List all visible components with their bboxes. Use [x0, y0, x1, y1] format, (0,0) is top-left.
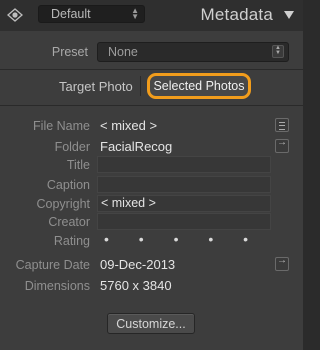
eye-icon[interactable]: [7, 7, 23, 23]
capture-date-label: Capture Date: [15, 258, 90, 272]
folder-label: Folder: [54, 140, 90, 154]
copyright-label: Copyright: [36, 197, 91, 211]
preset-select[interactable]: None ▲ ▼: [97, 42, 289, 62]
panel-title: Metadata: [200, 5, 273, 24]
panel-header: Default ▲ ▼ Metadata: [0, 0, 303, 31]
toggle-separator: [140, 76, 141, 96]
selected-photos-toggle[interactable]: Selected Photos: [147, 73, 251, 99]
go-to-date-icon[interactable]: →: [275, 255, 289, 271]
title-label: Title: [66, 158, 90, 172]
metadata-preset-dropdown[interactable]: Default ▲ ▼: [38, 5, 145, 23]
copyright-field-value: < mixed >: [101, 196, 156, 210]
updown-arrows-icon: ▲ ▼: [131, 6, 139, 21]
customize-button[interactable]: Customize...: [107, 313, 195, 334]
capture-date-value: 09-Dec-2013: [100, 257, 176, 272]
creator-label: Creator: [48, 215, 90, 229]
caption-field[interactable]: [97, 176, 271, 193]
go-to-folder-icon[interactable]: →: [275, 137, 289, 153]
selected-photos-label: Selected Photos: [153, 79, 245, 93]
customize-button-label: Customize...: [116, 317, 186, 331]
collapse-triangle-icon[interactable]: [284, 11, 294, 19]
metadata-preset-value: Default: [51, 7, 91, 21]
caption-label: Caption: [46, 178, 90, 192]
copyright-field[interactable]: < mixed >: [97, 195, 271, 212]
divider: [0, 69, 303, 70]
preset-select-value: None: [108, 45, 138, 59]
metadata-panel: Default ▲ ▼ Metadata Preset None ▲ ▼ Targe…: [0, 0, 303, 350]
divider: [0, 105, 303, 106]
list-icon[interactable]: [275, 118, 289, 132]
updown-arrows-icon: ▲ ▼: [272, 45, 284, 58]
dimensions-value: 5760 x 3840: [100, 278, 172, 293]
file-name-value: < mixed >: [100, 118, 158, 133]
creator-field[interactable]: [97, 213, 271, 230]
preset-label: Preset: [51, 45, 88, 59]
target-photo-toggle[interactable]: Target Photo: [59, 79, 133, 94]
title-field[interactable]: [97, 156, 271, 173]
file-name-label: File Name: [33, 119, 90, 133]
rating-label: Rating: [53, 234, 90, 248]
dimensions-label: Dimensions: [24, 279, 90, 293]
rating-stars[interactable]: • • • • •: [104, 231, 261, 247]
folder-value: FacialRecog: [100, 139, 173, 154]
